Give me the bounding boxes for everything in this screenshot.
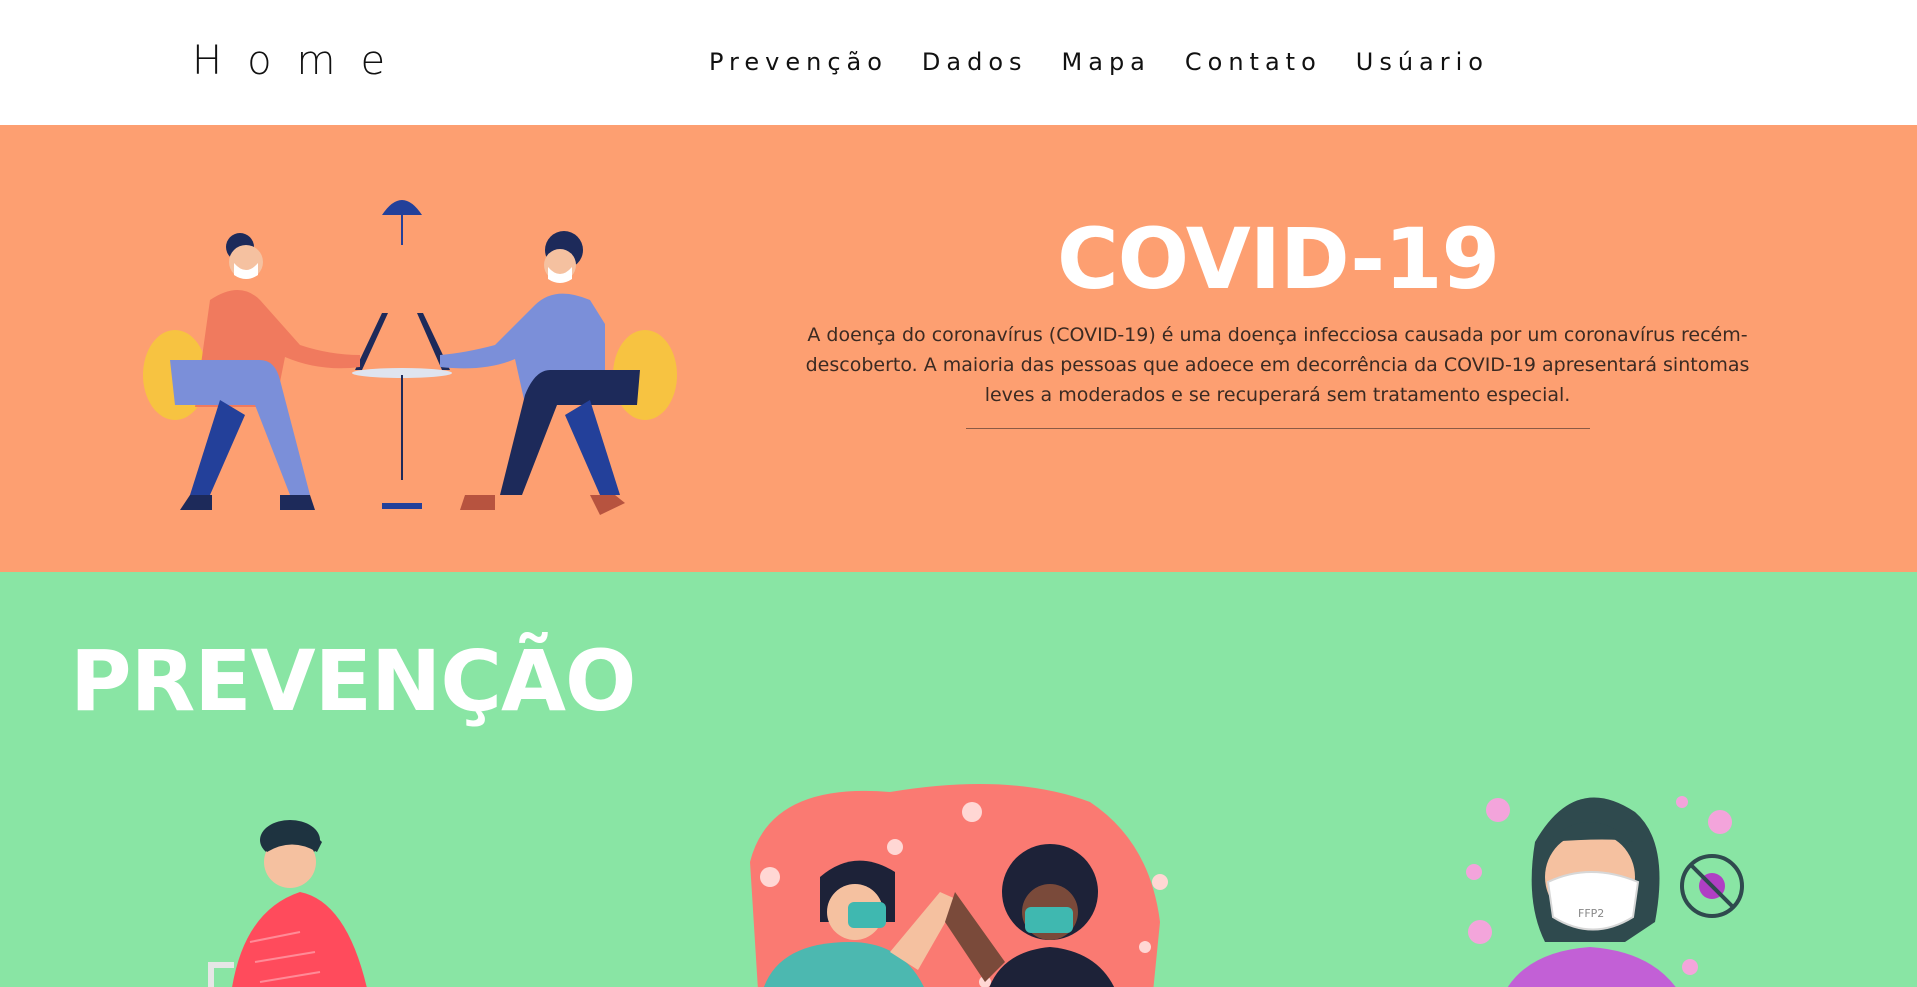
nav-links: Prevenção Dados Mapa Contato Usúario <box>709 48 1489 76</box>
hero-description: A doença do coronavírus (COVID-19) é uma… <box>805 324 1750 406</box>
home-brand-link[interactable]: Home <box>192 38 410 84</box>
hand-washing-illustration <box>208 820 367 987</box>
people-at-table-illustration <box>143 200 677 515</box>
nav-link-usuario[interactable]: Usúario <box>1356 48 1489 76</box>
mask-ffp2-label: FFP2 <box>1578 907 1604 920</box>
navbar: Home Prevenção Dados Mapa Contato Usúari… <box>0 0 1917 125</box>
nav-link-mapa[interactable]: Mapa <box>1062 48 1151 76</box>
hero-section: COVID-19 A doença do coronavírus (COVID-… <box>0 125 1917 572</box>
prevention-section: PREVENÇÃO FFP2 <box>0 572 1917 987</box>
mask-wearing-illustration: FFP2 <box>1466 796 1744 987</box>
nav-link-contato[interactable]: Contato <box>1185 48 1322 76</box>
hero-title: COVID-19 <box>1056 210 1500 308</box>
elbow-greeting-illustration <box>750 784 1168 987</box>
nav-link-prevencao[interactable]: Prevenção <box>709 48 888 76</box>
prevention-title: PREVENÇÃO <box>70 632 636 730</box>
nav-link-dados[interactable]: Dados <box>922 48 1028 76</box>
hero-divider <box>966 428 1590 429</box>
